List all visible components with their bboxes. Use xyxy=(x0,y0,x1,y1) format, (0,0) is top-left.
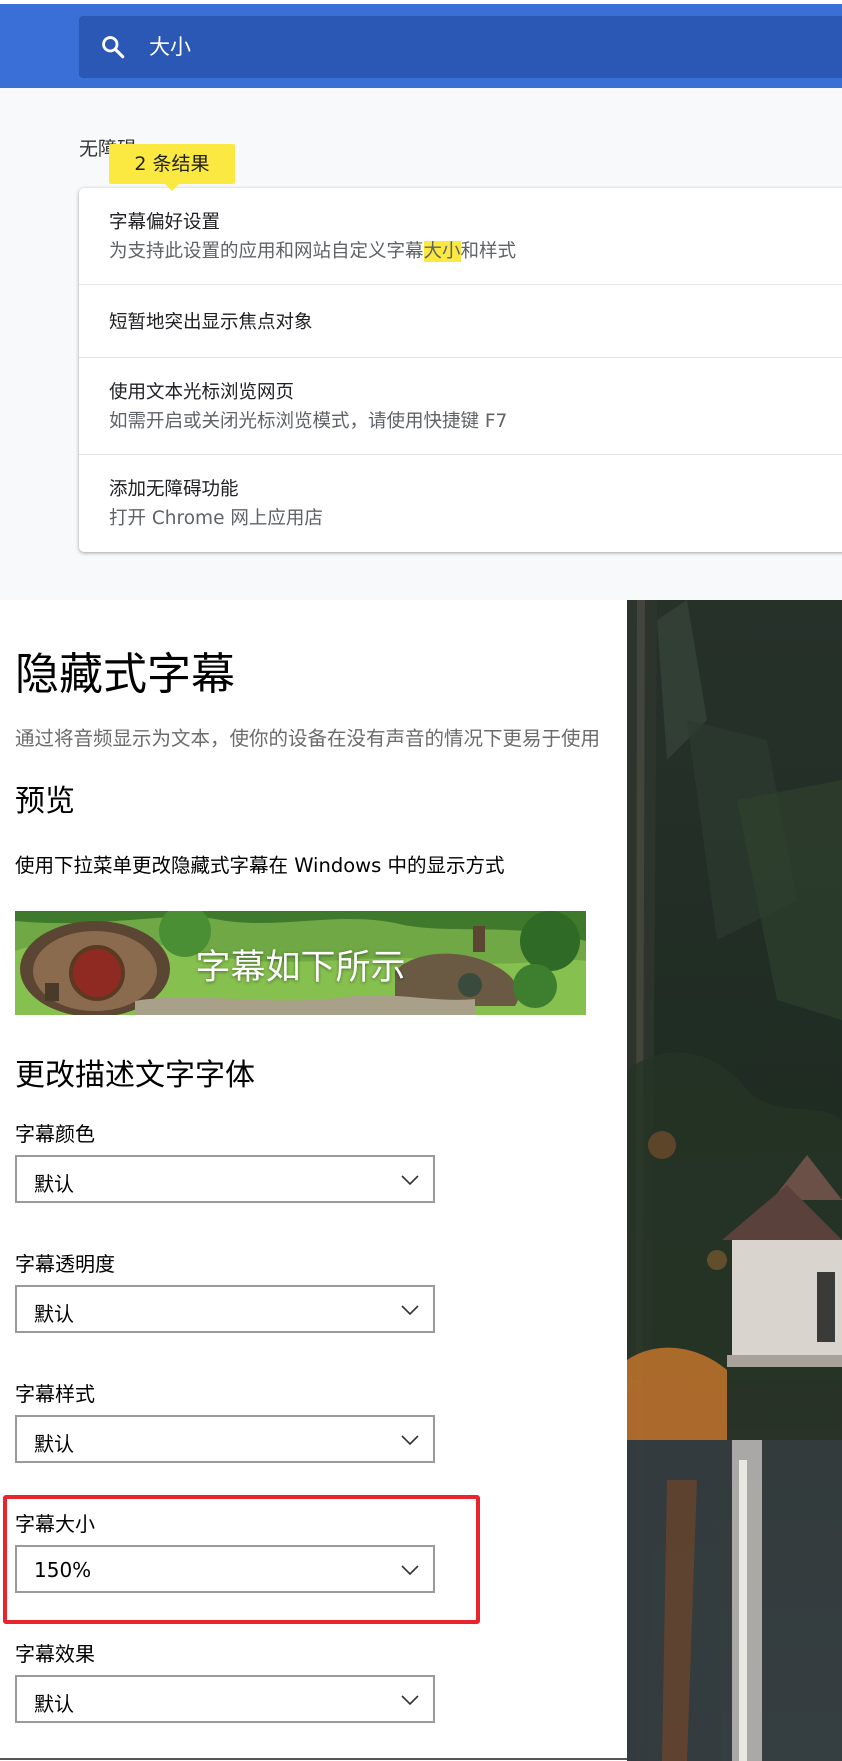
chevron-down-icon xyxy=(401,1695,419,1706)
result-title: 短暂地突出显示焦点对象 xyxy=(109,312,313,333)
page-title: 隐藏式字幕 xyxy=(15,649,235,700)
window-bottom-border xyxy=(0,1758,627,1760)
annotation-highlight-box xyxy=(3,1495,480,1624)
preview-instruction: 使用下拉菜单更改隐藏式字幕在 Windows 中的显示方式 xyxy=(15,854,505,877)
search-icon[interactable] xyxy=(100,34,126,60)
result-description: 如需开启或关闭光标浏览模式，请使用快捷键 F7 xyxy=(109,411,508,432)
search-input[interactable]: 大小 xyxy=(149,34,191,60)
result-row-focus-highlight[interactable]: 短暂地突出显示焦点对象 xyxy=(79,285,842,358)
caption-preview-image: 字幕如下所示 xyxy=(15,911,586,1015)
chevron-down-icon xyxy=(401,1175,419,1186)
results-count-badge: 2 条结果 xyxy=(109,144,235,184)
result-description-text: 为支持此设置的应用和网站自定义字幕 xyxy=(109,241,424,262)
result-title: 使用文本光标浏览网页 xyxy=(109,382,295,403)
results-count-badge-pointer xyxy=(164,183,180,191)
result-row-add-accessibility-features[interactable]: 添加无障碍功能 打开 Chrome 网上应用店 xyxy=(79,455,842,552)
desktop-background-photo xyxy=(627,600,842,1761)
results-card: 字幕偏好设置 为支持此设置的应用和网站自定义字幕大小和样式 短暂地突出显示焦点对… xyxy=(79,188,842,552)
result-row-caret-browsing[interactable]: 使用文本光标浏览网页 如需开启或关闭光标浏览模式，请使用快捷键 F7 xyxy=(79,358,842,455)
caption-effects-label: 字幕效果 xyxy=(15,1642,95,1666)
caption-preview-text: 字幕如下所示 xyxy=(195,948,406,988)
caption-style-dropdown[interactable]: 默认 xyxy=(15,1415,435,1463)
result-title: 字幕偏好设置 xyxy=(109,212,221,233)
caption-transparency-dropdown[interactable]: 默认 xyxy=(15,1285,435,1333)
caption-color-dropdown[interactable]: 默认 xyxy=(15,1155,435,1203)
caption-effects-dropdown[interactable]: 默认 xyxy=(15,1675,435,1723)
dropdown-value: 默认 xyxy=(34,1172,74,1196)
dropdown-value: 默认 xyxy=(34,1302,74,1326)
settings-toolbar: 大小 xyxy=(0,0,842,88)
caption-style-label: 字幕样式 xyxy=(15,1382,95,1406)
dropdown-value: 默认 xyxy=(34,1692,74,1716)
caption-transparency-label: 字幕透明度 xyxy=(15,1252,115,1276)
caption-color-label: 字幕颜色 xyxy=(15,1122,95,1146)
result-description-text: 和样式 xyxy=(460,241,517,262)
result-title: 添加无障碍功能 xyxy=(109,479,239,500)
page-description: 通过将音频显示为文本，使你的设备在没有声音的情况下更易于使用 xyxy=(15,727,601,750)
result-description: 打开 Chrome 网上应用店 xyxy=(109,508,323,529)
result-row-caption-preferences[interactable]: 字幕偏好设置 为支持此设置的应用和网站自定义字幕大小和样式 xyxy=(79,188,842,285)
preview-heading: 预览 xyxy=(15,784,75,819)
search-match-highlight: 大小 xyxy=(423,241,461,262)
chevron-down-icon xyxy=(401,1435,419,1446)
settings-search-box[interactable]: 大小 xyxy=(79,16,842,78)
chevron-down-icon xyxy=(401,1305,419,1316)
forest-lake-photo xyxy=(627,600,842,1761)
settings-search-results-panel: 无障碍 字幕偏好设置 为支持此设置的应用和网站自定义字幕大小和样式 短暂地突出显… xyxy=(0,88,842,600)
result-description: 为支持此设置的应用和网站自定义字幕大小和样式 xyxy=(109,237,516,263)
font-heading: 更改描述文字字体 xyxy=(15,1058,255,1093)
dropdown-value: 默认 xyxy=(34,1432,74,1456)
closed-captions-settings-page: 隐藏式字幕 通过将音频显示为文本，使你的设备在没有声音的情况下更易于使用 预览 … xyxy=(0,600,627,1761)
